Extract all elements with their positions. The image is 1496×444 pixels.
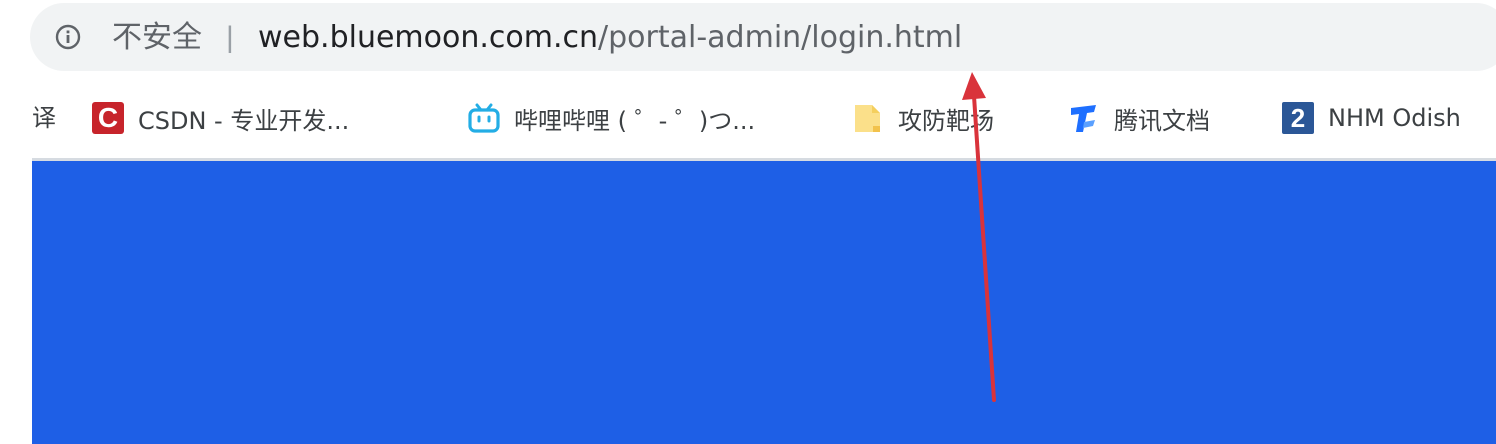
bookmark-nhm-odish[interactable]: 2 NHM Odish xyxy=(1282,98,1461,138)
folder-icon xyxy=(855,105,880,132)
bookmark-label: 哔哩哔哩 ( ゜- ゜)つ... xyxy=(514,106,756,135)
bookmark-label: 攻防靶场 xyxy=(898,106,994,135)
bookmark-label: NHM Odish xyxy=(1328,104,1461,132)
bookmark-folder-attack-range[interactable]: 攻防靶场 xyxy=(852,98,994,138)
info-circle-icon[interactable] xyxy=(54,23,82,51)
bookmark-tencent-docs[interactable]: 腾讯文档 xyxy=(1068,98,1210,138)
numbered-2-icon: 2 xyxy=(1282,102,1314,134)
tencent-docs-icon xyxy=(1071,105,1096,132)
csdn-logo-icon: C xyxy=(92,102,124,134)
bookmark-csdn[interactable]: C CSDN - 专业开发... xyxy=(92,98,349,138)
page-content-area xyxy=(32,161,1496,444)
bookmarks-bar: 译 C CSDN - 专业开发... 哔哩哔哩 ( ゜- ゜)つ... 攻防靶场 xyxy=(0,90,1496,146)
bookmark-bilibili[interactable]: 哔哩哔哩 ( ゜- ゜)つ... xyxy=(468,98,755,138)
url-path: /portal-admin/login.html xyxy=(598,20,963,55)
url-host: web.bluemoon.com.cn xyxy=(258,20,599,55)
bookmark-cut-off-label[interactable]: 译 xyxy=(32,98,56,138)
security-separator: | xyxy=(226,21,234,54)
bookmark-label: 腾讯文档 xyxy=(1114,106,1210,135)
url-text[interactable]: web.bluemoon.com.cn/portal-admin/login.h… xyxy=(258,16,962,60)
bilibili-tv-icon xyxy=(468,103,500,133)
browser-chrome: 不安全 | web.bluemoon.com.cn/portal-admin/l… xyxy=(0,0,1496,160)
security-status-label[interactable]: 不安全 xyxy=(112,16,202,60)
bookmark-label: CSDN - 专业开发... xyxy=(138,106,350,135)
